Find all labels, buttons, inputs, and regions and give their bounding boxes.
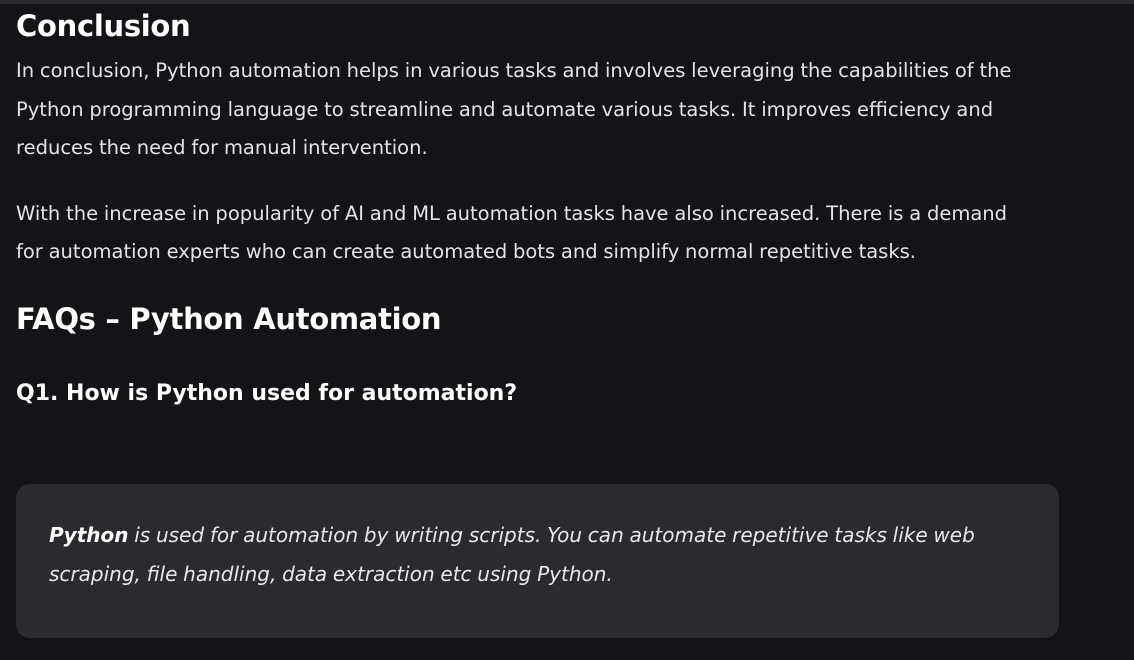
conclusion-paragraph-1: In conclusion, Python automation helps i… xyxy=(16,59,1012,159)
faqs-heading: FAQs – Python Automation xyxy=(16,301,442,336)
article-content: Conclusion In conclusion, Python automat… xyxy=(16,6,1116,410)
top-divider xyxy=(0,0,1134,4)
conclusion-heading: Conclusion xyxy=(16,9,191,43)
faq-answer-1: Python is used for automation by writing… xyxy=(49,516,1029,593)
faq-answer-box: Python is used for automation by writing… xyxy=(16,484,1059,638)
answer-keyword: Python xyxy=(49,523,129,547)
answer-body: is used for automation by writing script… xyxy=(49,523,975,586)
conclusion-paragraph-2: With the increase in popularity of AI an… xyxy=(16,201,1008,264)
faq-question-1: Q1. How is Python used for automation? xyxy=(16,380,518,406)
